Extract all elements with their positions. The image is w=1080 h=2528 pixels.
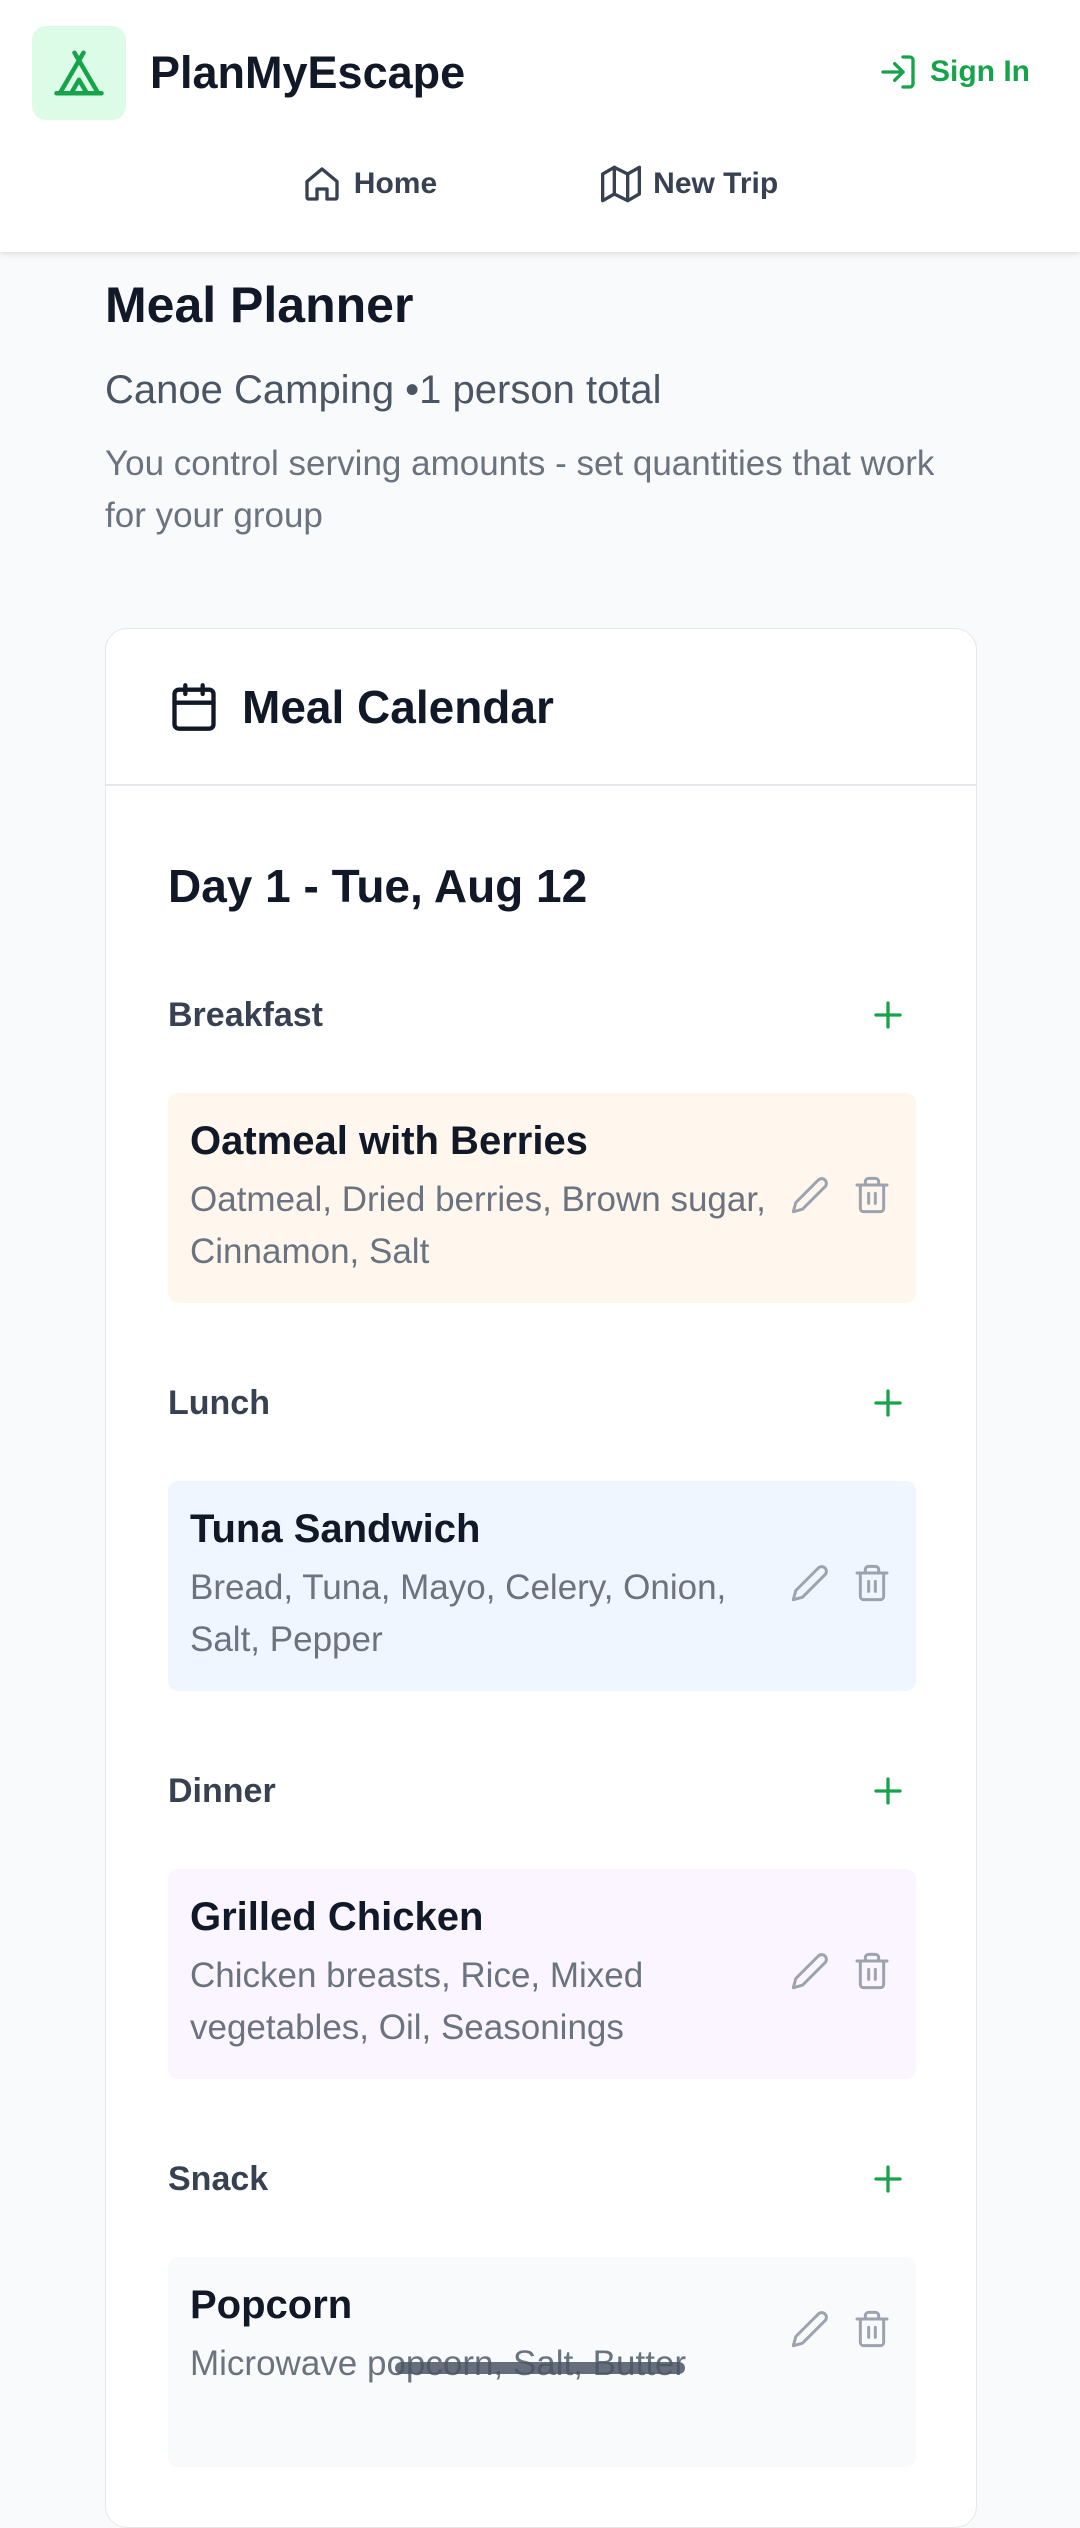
meal-label: Dinner xyxy=(168,1771,276,1810)
card-header: Meal Calendar xyxy=(106,629,976,786)
meal-section-lunch: Lunch Tuna Sandwich Bread, Tuna, Mayo, C… xyxy=(168,1375,916,1691)
nav-new-trip[interactable]: New Trip xyxy=(601,164,778,204)
edit-icon[interactable] xyxy=(788,1561,832,1605)
plus-icon xyxy=(874,2165,902,2193)
home-indicator[interactable] xyxy=(395,2362,685,2374)
add-meal-button[interactable] xyxy=(860,1763,916,1819)
add-meal-button[interactable] xyxy=(860,987,916,1043)
meal-name: Grilled Chicken xyxy=(190,1895,484,1939)
meal-label: Lunch xyxy=(168,1383,270,1422)
log-in-icon xyxy=(881,55,915,89)
edit-icon[interactable] xyxy=(788,1949,832,1993)
meal-calendar-card: Meal Calendar Day 1 - Tue, Aug 12 Breakf… xyxy=(105,628,977,2528)
main-nav: Home New Trip xyxy=(0,164,1080,204)
tent-icon xyxy=(32,26,126,120)
card-title: Meal Calendar xyxy=(242,680,554,733)
meal-section-dinner: Dinner Grilled Chicken Chicken breasts, … xyxy=(168,1763,916,2079)
plus-icon xyxy=(874,1389,902,1417)
meal-ingredients: Bread, Tuna, Mayo, Celery, Onion, Salt, … xyxy=(190,1568,727,1659)
meal-label: Snack xyxy=(168,2159,269,2198)
app-name: PlanMyEscape xyxy=(150,47,466,98)
meal-card[interactable]: Tuna Sandwich Bread, Tuna, Mayo, Celery,… xyxy=(168,1481,916,1691)
nav-home-label: Home xyxy=(353,167,438,200)
meal-name: Tuna Sandwich xyxy=(190,1507,481,1551)
meal-name: Oatmeal with Berries xyxy=(190,1119,588,1163)
serving-note: You control serving amounts - set quanti… xyxy=(105,444,935,535)
trip-subtitle: Canoe Camping •1 person total xyxy=(105,368,662,412)
meal-section-snack: Snack Popcorn Microwave popcorn, Salt, B… xyxy=(168,2151,916,2467)
meal-card[interactable]: Oatmeal with Berries Oatmeal, Dried berr… xyxy=(168,1093,916,1303)
map-icon xyxy=(601,165,642,203)
add-meal-button[interactable] xyxy=(860,1375,916,1431)
page-title: Meal Planner xyxy=(105,277,414,333)
meal-section-breakfast: Breakfast Oatmeal with Berries Oatmeal, … xyxy=(168,987,916,1303)
edit-icon[interactable] xyxy=(788,1173,832,1217)
trash-icon[interactable] xyxy=(850,2307,894,2351)
sign-in-button[interactable]: Sign In xyxy=(878,52,1030,92)
nav-home[interactable]: Home xyxy=(302,164,437,204)
app-header: PlanMyEscape Sign In Home New Trip xyxy=(0,0,1080,252)
nav-new-trip-label: New Trip xyxy=(653,167,779,200)
trash-icon[interactable] xyxy=(850,1949,894,1993)
calendar-icon xyxy=(172,682,216,731)
plus-icon xyxy=(874,1001,902,1029)
trash-icon[interactable] xyxy=(850,1173,894,1217)
meal-card[interactable]: Grilled Chicken Chicken breasts, Rice, M… xyxy=(168,1869,916,2079)
trash-icon[interactable] xyxy=(850,1561,894,1605)
brand[interactable]: PlanMyEscape xyxy=(32,26,465,120)
plus-icon xyxy=(874,1777,902,1805)
edit-icon[interactable] xyxy=(788,2307,832,2351)
home-icon xyxy=(305,167,339,201)
meal-ingredients: Chicken breasts, Rice, Mixed vegetables,… xyxy=(190,1956,644,2047)
meal-ingredients: Oatmeal, Dried berries, Brown sugar, Cin… xyxy=(190,1180,766,1271)
add-meal-button[interactable] xyxy=(860,2151,916,2207)
day-title: Day 1 - Tue, Aug 12 xyxy=(168,860,588,912)
sign-in-label: Sign In xyxy=(930,55,1030,88)
meal-label: Breakfast xyxy=(168,995,323,1034)
